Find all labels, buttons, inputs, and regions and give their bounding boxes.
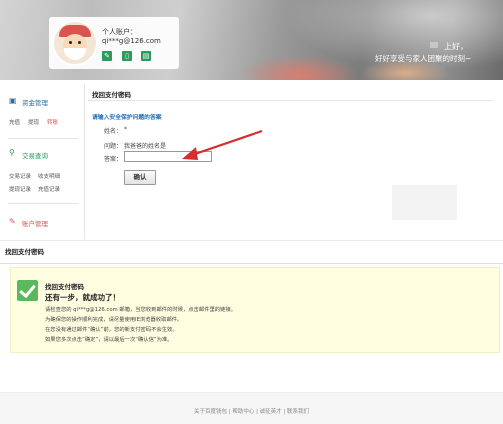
greeting-name-blur <box>430 42 438 48</box>
form-subtitle: 请输入安全保护问题的答案 <box>92 115 162 121</box>
search-icon: ⚲ <box>9 148 15 157</box>
sidebar-title-account[interactable]: 账户管理 <box>22 218 48 228</box>
edit-account-icon: ✎ <box>9 217 16 226</box>
avatar[interactable] <box>52 20 98 66</box>
greeting-line1: 上好， <box>444 42 468 51</box>
phone-icon[interactable]: ▯ <box>122 51 132 61</box>
sidebar-link-withdraw[interactable]: 提现 <box>28 118 39 126</box>
name-value: * <box>124 126 127 133</box>
name-label: 姓名： <box>104 128 123 135</box>
sidebar-link-trade-records[interactable]: 交易记录 <box>9 172 31 180</box>
sidebar-divider <box>8 203 78 204</box>
sidebar-title-trade[interactable]: 交易查询 <box>22 150 48 160</box>
notice-line: 在您没有通过邮件“确认”前，您的新支付密码不会生效。 <box>45 327 178 333</box>
sidebar-link-income-details[interactable]: 收支明细 <box>38 172 60 180</box>
check-icon <box>17 280 38 301</box>
footer-links[interactable]: 关于百度钱包 | 帮助中心 | 诚征英才 | 联系我们 <box>0 407 503 415</box>
sidebar-title-fund[interactable]: 资金管理 <box>22 97 48 107</box>
notice-headline: 还有一步，就成功了！ <box>45 293 120 302</box>
sidebar-link-transfer[interactable]: 转账 <box>47 118 58 126</box>
account-email: qi***g@126.com <box>102 37 161 45</box>
section-title: 找回支付密码 <box>5 248 44 256</box>
sidebar-link-recharge[interactable]: 充值 <box>9 118 20 126</box>
question-label: 问题： <box>104 143 123 150</box>
confirm-button[interactable]: 确认 <box>124 170 156 185</box>
edit-icon[interactable]: ✎ <box>102 51 112 61</box>
question-value: 我爸爸的姓名是 <box>124 143 167 150</box>
account-label: 个人账户： <box>102 28 137 36</box>
notice-line: 如果您多次点击“确定”，请以最后一次“确认信”为准。 <box>45 337 173 343</box>
greeting-line2: 好好享受与家人团聚的时刻~ <box>375 54 472 63</box>
sidebar-link-withdraw-records[interactable]: 提现记录 <box>9 185 31 193</box>
arrow-annotation <box>182 129 263 160</box>
page-title: 找回支付密码 <box>92 91 131 99</box>
wallet-icon: ▣ <box>9 96 17 105</box>
sidebar-link-recharge-records[interactable]: 充值记录 <box>38 185 60 193</box>
section-divider <box>0 240 503 241</box>
answer-label: 答案： <box>104 156 123 163</box>
notice-line: 请检查您的 qi***g@126.com 邮箱，当您收到邮件的时候，点击邮件里的… <box>45 307 236 313</box>
notice-title: 找回支付密码 <box>45 283 84 291</box>
title-divider <box>88 100 493 101</box>
blurred-area <box>392 185 457 220</box>
sidebar-divider <box>8 138 78 139</box>
card-icon[interactable]: ▤ <box>141 51 151 61</box>
notice-line: 为确保您的操作顺利完成，请尽量使用IE浏览器收取邮件。 <box>45 317 183 323</box>
sidebar <box>0 84 83 239</box>
section-rule <box>0 263 503 264</box>
